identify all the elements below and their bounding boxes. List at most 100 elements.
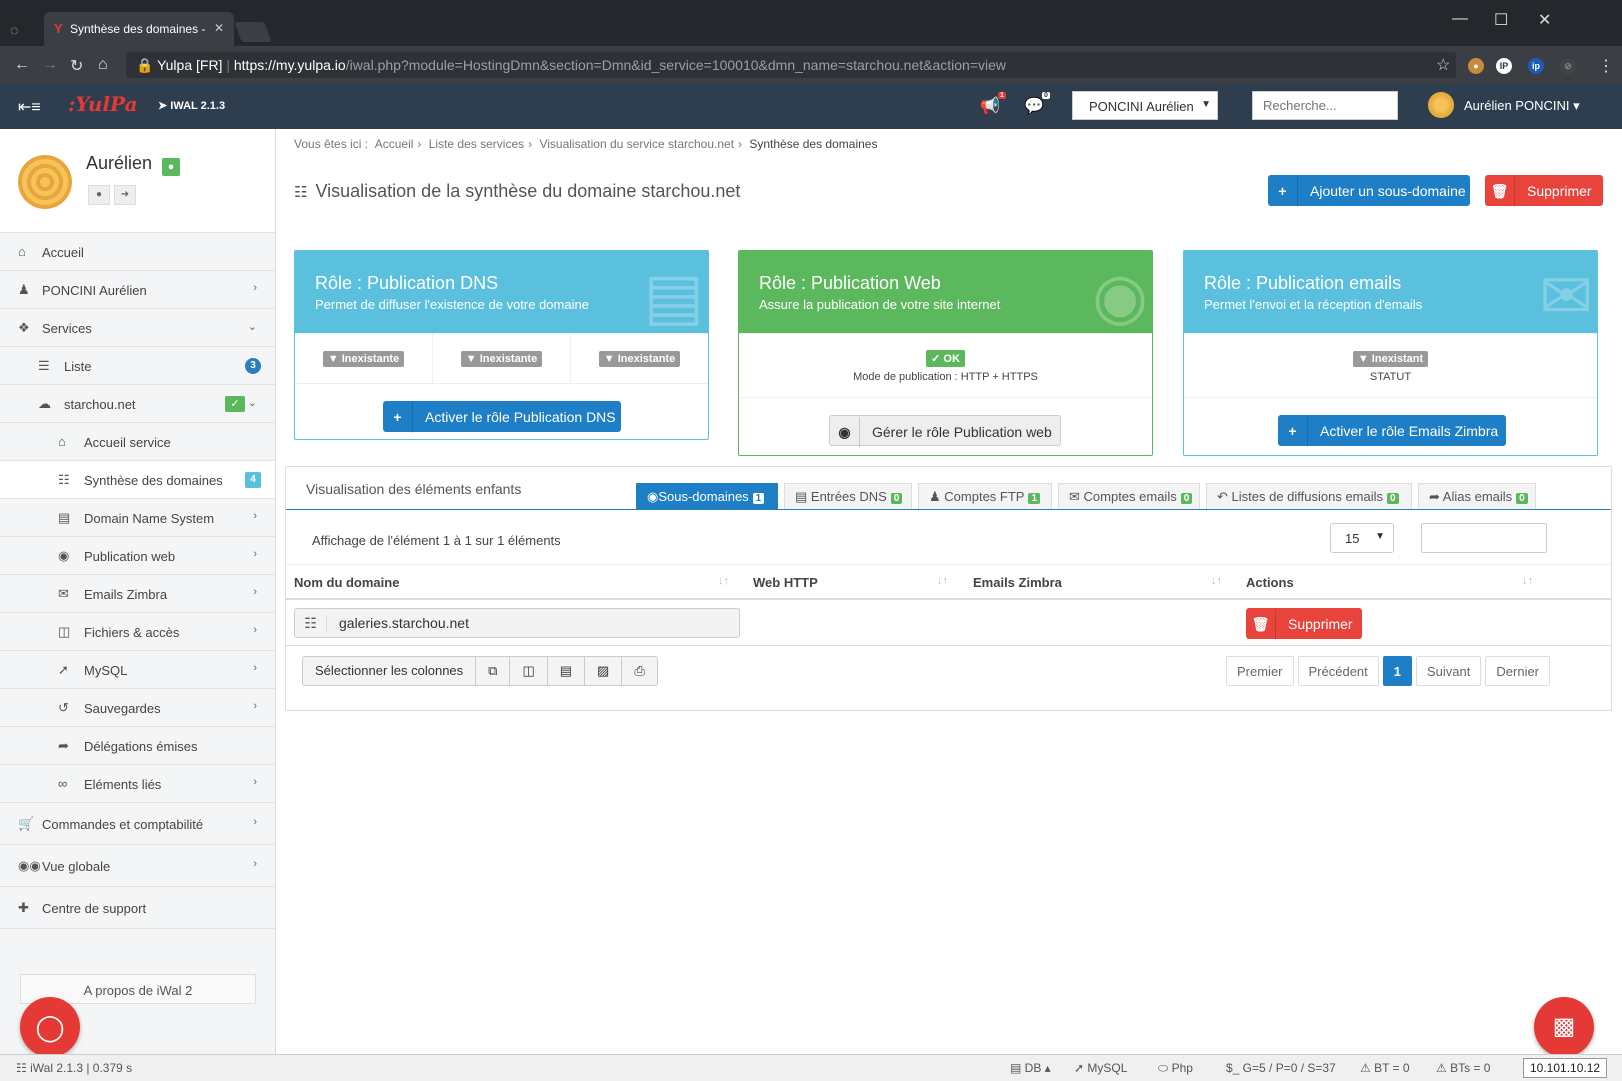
statusbar-bts[interactable]: ⚠ BTs = 0 xyxy=(1436,1061,1490,1075)
sidebar-item-account[interactable]: ♟ PONCINI Aurélien › xyxy=(0,271,275,309)
maximize-icon[interactable]: ☐ xyxy=(1494,10,1508,30)
pager-first[interactable]: Premier xyxy=(1226,656,1294,686)
close-tab-icon[interactable]: ✕ xyxy=(214,21,224,35)
column-header[interactable]: Nom du domaine xyxy=(294,575,399,590)
sidebar-item-delegations[interactable]: ➦ Délégations émises xyxy=(0,727,275,765)
column-header[interactable]: Emails Zimbra xyxy=(973,575,1062,590)
breadcrumb-link[interactable]: Visualisation du service starchou.net xyxy=(539,137,734,151)
sidebar-item-vue-globale[interactable]: ◉◉ Vue globale › xyxy=(0,845,275,887)
csv-icon[interactable]: ▤ xyxy=(548,657,586,685)
reload-icon[interactable]: ↻ xyxy=(70,56,83,76)
new-tab-button[interactable] xyxy=(234,22,272,42)
pdf-icon[interactable]: ▨ xyxy=(585,657,623,685)
pager-previous[interactable]: Précédent xyxy=(1297,656,1379,686)
users-icon: ♟ xyxy=(929,489,945,504)
close-window-icon[interactable]: ✕ xyxy=(1538,10,1551,30)
sidebar-item-sauvegardes[interactable]: ↺ Sauvegardes › xyxy=(0,689,275,727)
lightbulb-help-icon[interactable]: ◯ xyxy=(20,997,80,1057)
print-icon[interactable]: ⎙ xyxy=(622,657,656,685)
sidebar-item-dns[interactable]: ▤ Domain Name System › xyxy=(0,499,275,537)
sidebar-item-fichiers[interactable]: ◫ Fichiers & accès › xyxy=(0,613,275,651)
sort-icon[interactable]: ↓↑ xyxy=(718,575,729,587)
logout-icon[interactable]: ➜ xyxy=(114,185,136,205)
sort-icon[interactable]: ↓↑ xyxy=(937,575,948,587)
excel-icon[interactable]: ◫ xyxy=(510,657,548,685)
tab-label: Comptes FTP xyxy=(944,489,1025,504)
forward-icon[interactable]: → xyxy=(42,56,58,74)
sidebar-item-liste[interactable]: ☰ Liste 3 xyxy=(0,347,275,385)
disabled-extension-icon[interactable]: ⊘ xyxy=(1560,58,1576,74)
sidebar-item-support[interactable]: ✚ Centre de support xyxy=(0,887,275,929)
caret-down-icon: ▼ xyxy=(1201,99,1211,110)
page-length-select[interactable]: 15 ▼ xyxy=(1330,523,1394,553)
sidebar-item-elements-lies[interactable]: ∞ Eléments liés › xyxy=(0,765,275,803)
messages-icon[interactable]: 💬 0 xyxy=(1024,92,1050,116)
user-avatar[interactable] xyxy=(1428,92,1454,118)
breadcrumb-link[interactable]: Liste des services xyxy=(429,137,524,151)
minimize-icon[interactable]: — xyxy=(1452,10,1468,28)
sidebar-item-commandes[interactable]: 🛒 Commandes et comptabilité › xyxy=(0,803,275,845)
cookie-extension-icon[interactable]: ● xyxy=(1468,58,1484,74)
tab-sous-domaines[interactable]: ◉Sous-domaines 1 xyxy=(636,483,778,509)
ip-info-extension-icon[interactable]: ip xyxy=(1528,58,1544,74)
statusbar-db[interactable]: ▤ DB ▴ xyxy=(1010,1061,1051,1075)
url-bar[interactable]: 🔒 Yulpa [FR] | https://my.yulpa.io/iwal.… xyxy=(126,52,1456,78)
statusbar-globals[interactable]: $_ G=5 / P=0 / S=37 xyxy=(1226,1061,1336,1075)
column-header[interactable]: Web HTTP xyxy=(753,575,818,590)
column-header[interactable]: Actions xyxy=(1246,575,1294,590)
tab-entrees-dns[interactable]: ▤ Entrées DNS 0 xyxy=(784,483,912,509)
copy-icon[interactable]: ⧉ xyxy=(476,657,511,685)
back-icon[interactable]: ← xyxy=(14,56,30,74)
browser-menu-icon[interactable]: ⋮ xyxy=(1598,56,1614,76)
account-select[interactable]: PONCINI Aurélien ▼ xyxy=(1072,91,1218,120)
user-menu[interactable]: Aurélien PONCINI ▾ xyxy=(1464,98,1580,114)
chat-icon[interactable]: ▩ xyxy=(1534,997,1594,1057)
statusbar-php[interactable]: ⬭ Php xyxy=(1158,1061,1193,1076)
pager-next[interactable]: Suivant xyxy=(1416,656,1482,686)
sidebar-item-emails[interactable]: ✉ Emails Zimbra › xyxy=(0,575,275,613)
manage-web-button[interactable]: ◉ Gérer le rôle Publication web xyxy=(829,415,1061,448)
pager-last[interactable]: Dernier xyxy=(1485,656,1551,686)
breadcrumb-link[interactable]: Accueil xyxy=(375,137,414,151)
subdomain-link[interactable]: ☷ galeries.starchou.net xyxy=(294,608,740,638)
sidebar-item-publication-web[interactable]: ◉ Publication web › xyxy=(0,537,275,575)
tab-label: Comptes emails xyxy=(1083,489,1177,504)
bookmark-star-icon[interactable]: ☆ xyxy=(1436,55,1450,75)
sidebar-toggle-icon[interactable]: ⇤≡ xyxy=(18,97,41,117)
button-label: Activer le rôle Emails Zimbra xyxy=(1320,423,1499,439)
tab-alias-emails[interactable]: ➦ Alias emails 0 xyxy=(1418,483,1536,509)
ip-extension-icon[interactable]: IP xyxy=(1496,58,1512,74)
subdomain-name: galeries.starchou.net xyxy=(339,615,469,631)
add-subdomain-button[interactable]: + Ajouter un sous-domaine xyxy=(1268,175,1470,207)
sort-icon[interactable]: ↓↑ xyxy=(1522,575,1533,587)
main-content: Vous êtes ici : Accueil › Liste des servi… xyxy=(277,129,1622,1054)
notifications-megaphone-icon[interactable]: 📢 1 xyxy=(980,92,1006,116)
tab-listes-diffusion[interactable]: ↶ Listes de diffusions emails 0 xyxy=(1206,483,1412,509)
sidebar-item-accueil[interactable]: ⌂ Accueil xyxy=(0,233,275,271)
delete-domain-button[interactable]: 🗑 Supprimer xyxy=(1485,175,1603,207)
activate-zimbra-button[interactable]: + Activer le rôle Emails Zimbra xyxy=(1278,415,1506,447)
browser-tab[interactable]: Y Synthèse des domaines - ✕ xyxy=(44,12,234,46)
sort-icon[interactable]: ↓↑ xyxy=(1211,575,1222,587)
tab-count: 0 xyxy=(890,493,903,504)
sidebar-item-accueil-service[interactable]: ⌂ Accueil service xyxy=(0,423,275,461)
sidebar-item-starchou[interactable]: ☁ starchou.net ✓ ⌄ xyxy=(0,385,275,423)
pager-page-1[interactable]: 1 xyxy=(1382,656,1413,686)
trash-icon: 🗑 xyxy=(1246,609,1276,640)
table-filter-input[interactable] xyxy=(1421,523,1547,553)
home-icon[interactable]: ⌂ xyxy=(98,56,108,74)
search-input[interactable] xyxy=(1252,91,1398,120)
activate-dns-button[interactable]: + Activer le rôle Publication DNS xyxy=(383,401,621,433)
sidebar-item-label: Accueil service xyxy=(84,435,171,450)
delete-subdomain-button[interactable]: 🗑 Supprimer xyxy=(1246,608,1362,640)
profile-user-icon[interactable]: ● xyxy=(88,185,110,205)
tab-comptes-emails[interactable]: ✉ Comptes emails 0 xyxy=(1058,483,1200,509)
sidebar-item-synthese[interactable]: ☷ Synthèse des domaines 4 xyxy=(0,461,275,499)
statusbar-bt[interactable]: ⚠ BT = 0 xyxy=(1360,1061,1410,1075)
tab-comptes-ftp[interactable]: ♟ Comptes FTP 1 xyxy=(918,483,1052,509)
sidebar-item-services[interactable]: ❖ Services ⌄ xyxy=(0,309,275,347)
select-columns-button[interactable]: Sélectionner les colonnes xyxy=(303,657,477,685)
sidebar-item-mysql[interactable]: ➚ MySQL › xyxy=(0,651,275,689)
yulpa-logo[interactable]: :YulPa xyxy=(68,92,138,116)
statusbar-mysql[interactable]: ➚ MySQL xyxy=(1074,1061,1127,1075)
